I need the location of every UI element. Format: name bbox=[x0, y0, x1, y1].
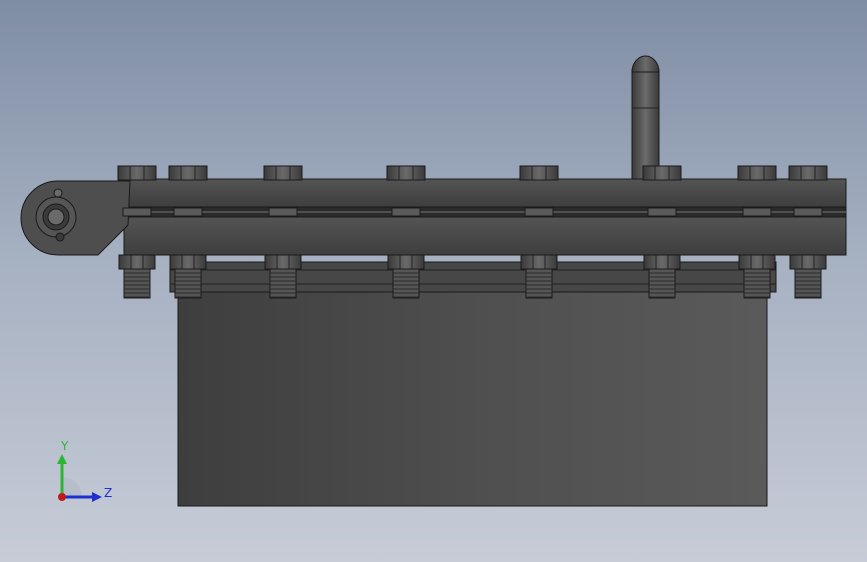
cover-plate-top bbox=[127, 178, 847, 208]
hinge bbox=[20, 180, 131, 256]
x-axis-dot bbox=[58, 493, 66, 501]
flange-plate bbox=[123, 216, 847, 256]
graphics-viewport[interactable]: Y Z bbox=[0, 0, 867, 562]
body-block bbox=[177, 291, 768, 507]
z-axis-label: Z bbox=[104, 486, 113, 500]
model-view[interactable] bbox=[0, 0, 867, 562]
lower-flange bbox=[169, 261, 777, 293]
handle bbox=[631, 55, 660, 181]
coordinate-triad: Y Z bbox=[50, 440, 120, 510]
y-axis-label: Y bbox=[61, 439, 69, 453]
